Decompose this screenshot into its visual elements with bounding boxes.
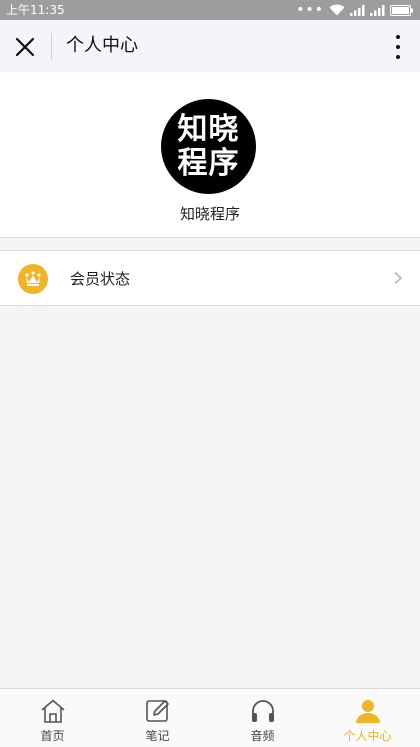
headphones-icon [248,696,278,726]
status-bar: 上午11:35 ••• [0,0,420,20]
nav-divider [51,33,52,60]
menu-item-label: 会员状态 [70,270,131,288]
profile-header: 知晓 程序 知晓程序 [0,72,420,238]
edit-icon [143,696,173,726]
more-dot [396,55,400,59]
status-icons: ••• [296,2,414,18]
signal-icon [350,4,365,16]
page-title: 个人中心 [66,35,138,56]
status-time: 上午11:35 [6,3,65,17]
tab-notes[interactable]: 笔记 [105,689,210,747]
crown-icon [18,264,48,294]
close-icon [15,37,35,57]
tab-label: 首页 [40,729,65,743]
tab-audio[interactable]: 音频 [210,689,315,747]
profile-name: 知晓程序 [179,205,240,223]
notification-dots: ••• [296,2,324,18]
tab-home[interactable]: 首页 [0,689,105,747]
more-dot [396,35,400,39]
avatar-text-line1: 知晓 [177,111,240,147]
avatar[interactable]: 知晓 程序 [161,99,256,194]
wifi-icon [329,4,345,16]
tab-bar: 首页 笔记 音频 个人中心 [0,688,420,747]
tab-label: 笔记 [145,729,170,743]
user-icon [353,696,383,726]
signal-icon [370,4,385,16]
close-button[interactable] [10,32,40,62]
chevron-right-icon [394,271,403,285]
avatar-text-line2: 程序 [177,145,240,181]
menu-item-membership-status[interactable]: 会员状态 [0,250,420,306]
more-menu-button[interactable] [388,33,408,61]
battery-icon [390,4,413,16]
tab-label: 音频 [250,729,275,743]
tab-profile[interactable]: 个人中心 [315,689,420,747]
nav-bar: 个人中心 [0,20,420,72]
home-icon [38,696,68,726]
tab-label: 个人中心 [343,729,392,743]
more-dot [396,45,400,49]
